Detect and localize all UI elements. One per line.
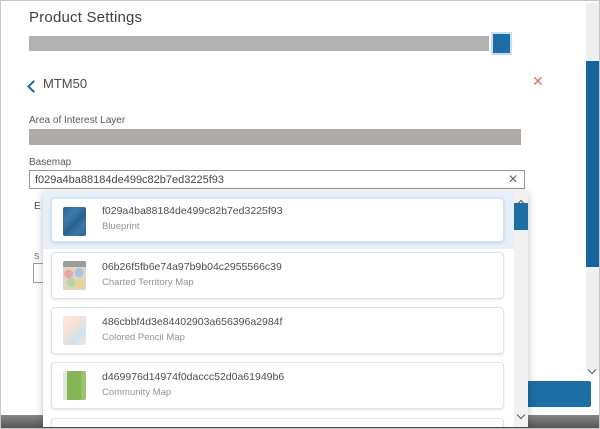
dropdown-scrollbar-thumb[interactable]: [514, 203, 528, 230]
basemap-id: 06b26f5fb6e74a97b9b04c2955566c39: [102, 261, 282, 273]
slider-track[interactable]: [29, 36, 489, 51]
basemap-thumbnail: [63, 371, 86, 400]
save-button[interactable]: [525, 381, 591, 407]
basemap-thumbnail: [63, 316, 86, 345]
hidden-field-label-fragment: E: [34, 201, 41, 212]
basemap-thumbnail: [63, 261, 86, 290]
basemap-id: d469976d14974f0daccc52d0a61949b6: [102, 371, 284, 383]
product-settings-window: Product Settings MTM50 ✕ Area of Interes…: [0, 0, 600, 429]
list-item[interactable]: f029a4ba88184de499c82b7ed3225f93 Bluepri…: [51, 198, 504, 242]
close-icon[interactable]: ✕: [532, 74, 544, 88]
basemap-id: f029a4ba88184de499c82b7ed3225f93: [102, 205, 282, 217]
back-button[interactable]: [29, 78, 38, 96]
back-chevron-icon: [27, 80, 40, 93]
basemap-name: Community Map: [102, 387, 171, 398]
page-title: Product Settings: [29, 9, 142, 26]
basemap-name: Colored Pencil Map: [102, 332, 185, 343]
basemap-name: Charted Territory Map: [102, 277, 194, 288]
dropdown-scrollbar-track[interactable]: [514, 191, 528, 427]
basemap-label: Basemap: [29, 157, 71, 168]
slider-handle[interactable]: [493, 34, 510, 53]
list-item[interactable]: 486cbbf4d3e84402903a656396a2984f Colored…: [51, 307, 504, 354]
basemap-thumbnail: [63, 207, 86, 236]
aoi-layer-input[interactable]: [29, 129, 521, 145]
aoi-layer-label: Area of Interest Layer: [29, 115, 125, 126]
clear-input-icon[interactable]: ✕: [508, 173, 518, 185]
basemap-name: Blueprint: [102, 221, 140, 232]
list-item-partial[interactable]: [51, 418, 504, 427]
basemap-id: 486cbbf4d3e84402903a656396a2984f: [102, 316, 282, 328]
scroll-down-icon[interactable]: [589, 360, 595, 378]
product-name: MTM50: [43, 76, 87, 91]
basemap-input[interactable]: [29, 170, 525, 189]
scroll-down-icon[interactable]: [518, 405, 524, 423]
window-scrollbar-thumb[interactable]: [586, 61, 599, 267]
list-item[interactable]: 06b26f5fb6e74a97b9b04c2955566c39 Charted…: [51, 252, 504, 299]
basemap-dropdown: f029a4ba88184de499c82b7ed3225f93 Bluepri…: [43, 191, 528, 427]
list-item[interactable]: d469976d14974f0daccc52d0a61949b6 Communi…: [51, 362, 504, 409]
hidden-field-label-fragment-2: S: [34, 252, 39, 261]
